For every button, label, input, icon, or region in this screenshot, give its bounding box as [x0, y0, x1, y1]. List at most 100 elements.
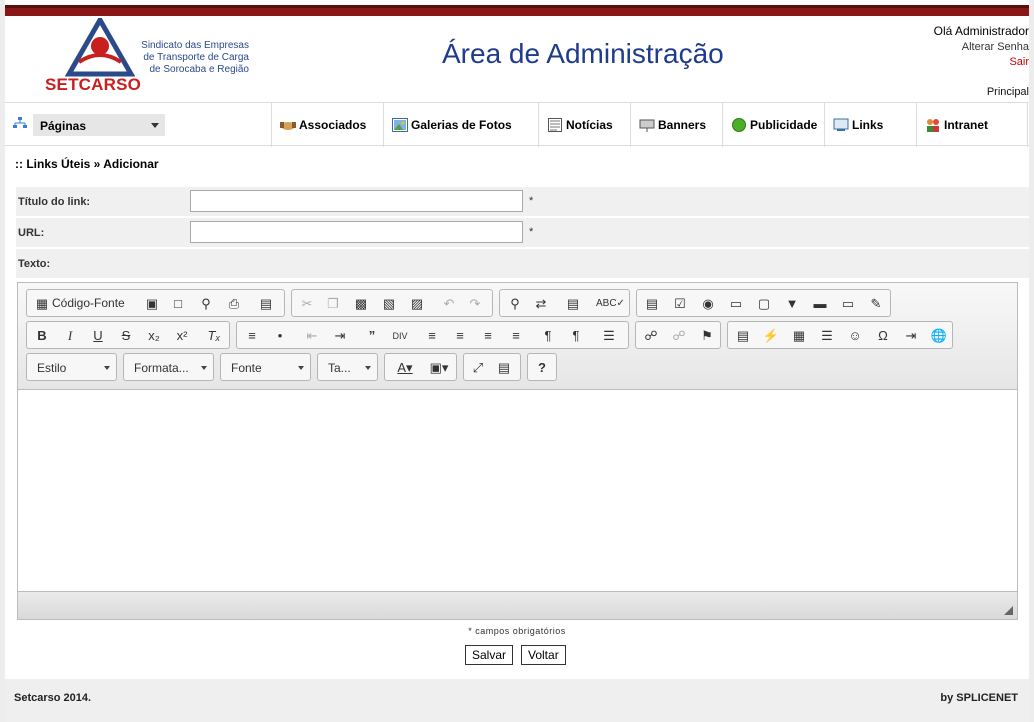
- title-label: Título do link:: [18, 196, 91, 208]
- paste-icon[interactable]: ▩: [352, 295, 370, 313]
- horizontal-rule-icon[interactable]: ☰: [818, 327, 836, 345]
- justify-icon[interactable]: ≡: [507, 327, 525, 345]
- save-icon[interactable]: ▣: [143, 295, 161, 313]
- footer-credit[interactable]: by SPLICENET: [940, 692, 1018, 704]
- undo-icon[interactable]: ↶: [440, 295, 458, 313]
- preview-icon[interactable]: ⚲: [197, 295, 215, 313]
- size-combo[interactable]: Ta...: [317, 353, 378, 381]
- menu-item-banners[interactable]: Banners: [630, 103, 722, 147]
- back-button[interactable]: Voltar: [521, 645, 566, 665]
- numbered-list-icon[interactable]: ≡: [243, 327, 261, 345]
- maximize-icon[interactable]: ⤢: [469, 359, 487, 377]
- blockquote-icon[interactable]: ”: [363, 327, 381, 345]
- div-icon[interactable]: DIV: [391, 327, 409, 345]
- new-page-icon[interactable]: □: [169, 295, 187, 313]
- style-combo[interactable]: Estilo: [26, 353, 117, 381]
- help-icon[interactable]: ?: [533, 359, 551, 377]
- url-input[interactable]: [190, 221, 523, 243]
- logout-link[interactable]: Sair: [934, 56, 1029, 68]
- source-button-label[interactable]: Código-Fonte: [52, 296, 125, 310]
- redo-icon[interactable]: ↷: [466, 295, 484, 313]
- chevron-down-icon: [151, 123, 159, 128]
- menu-item-intranet[interactable]: Intranet: [916, 103, 1028, 147]
- special-char-icon[interactable]: Ω: [874, 327, 892, 345]
- menu-item-associados[interactable]: Associados: [271, 103, 373, 147]
- templates-icon[interactable]: ▤: [257, 295, 275, 313]
- superscript-icon[interactable]: x²: [173, 327, 191, 345]
- bulleted-list-icon[interactable]: •: [271, 327, 289, 345]
- italic-icon[interactable]: I: [61, 327, 79, 345]
- anchor-flag-icon[interactable]: ⚑: [698, 327, 716, 345]
- cut-icon[interactable]: ✂: [298, 295, 316, 313]
- pages-select[interactable]: Páginas: [33, 114, 165, 136]
- format-combo[interactable]: Formata...: [123, 353, 214, 381]
- menu-item-label: Banners: [658, 118, 707, 132]
- table-icon[interactable]: ▦: [790, 327, 808, 345]
- toolbar-group-forms: ▤ ☑ ◉ ▭ ▢ ▼ ▬ ▭ ✎: [636, 289, 891, 317]
- menu-item-links[interactable]: Links: [824, 103, 916, 147]
- font-combo[interactable]: Fonte: [220, 353, 311, 381]
- unlink-icon[interactable]: ☍: [670, 327, 688, 345]
- link-icon[interactable]: ☍: [642, 327, 660, 345]
- textarea-icon[interactable]: ▢: [755, 295, 773, 313]
- menu-item-galerias[interactable]: Galerias de Fotos: [383, 103, 539, 147]
- smiley-icon[interactable]: ☺: [846, 327, 864, 345]
- form-icon[interactable]: ▤: [643, 295, 661, 313]
- toolbar-group-colors: A▾ ▣▾: [384, 353, 457, 381]
- required-mark: *: [529, 195, 534, 207]
- copy-icon[interactable]: ❐: [324, 295, 342, 313]
- align-center-icon[interactable]: ≡: [451, 327, 469, 345]
- title-input[interactable]: [190, 190, 523, 212]
- textfield-icon[interactable]: ▭: [727, 295, 745, 313]
- find-icon[interactable]: ⚲: [506, 295, 524, 313]
- select-field-icon[interactable]: ▼: [783, 295, 801, 313]
- hidden-field-icon[interactable]: ✎: [867, 295, 885, 313]
- required-fields-note: * campos obrigatórios: [468, 626, 566, 636]
- flash-icon[interactable]: ⚡: [762, 327, 780, 345]
- strike-icon[interactable]: S: [117, 327, 135, 345]
- remove-format-icon[interactable]: Tₓ: [205, 327, 223, 345]
- format-combo-label: Formata...: [134, 361, 189, 375]
- page-break-icon[interactable]: ⇥: [902, 327, 920, 345]
- menu-item-label: Publicidade: [750, 118, 818, 132]
- subscript-icon[interactable]: x₂: [145, 327, 163, 345]
- user-box: Olá Administrador Alterar Senha Sair: [934, 24, 1029, 68]
- bg-color-icon[interactable]: ▣▾: [425, 359, 453, 377]
- menu-item-label: Links: [852, 118, 884, 132]
- bold-icon[interactable]: B: [33, 327, 51, 345]
- checkbox-icon[interactable]: ☑: [671, 295, 689, 313]
- underline-icon[interactable]: U: [89, 327, 107, 345]
- ltr-icon[interactable]: ¶: [539, 327, 557, 345]
- indent-icon[interactable]: ⇥: [331, 327, 349, 345]
- change-password-link[interactable]: Alterar Senha: [934, 41, 1029, 53]
- menu-item-publicidade[interactable]: Publicidade: [722, 103, 824, 147]
- source-icon[interactable]: ▦: [33, 295, 51, 313]
- home-link[interactable]: Principal: [987, 86, 1029, 98]
- rtl-icon[interactable]: ¶: [567, 327, 585, 345]
- align-right-icon[interactable]: ≡: [479, 327, 497, 345]
- text-color-icon[interactable]: A▾: [391, 359, 419, 377]
- button-field-icon[interactable]: ▬: [811, 295, 829, 313]
- select-all-icon[interactable]: ▤: [564, 295, 582, 313]
- print-icon[interactable]: ⎙: [225, 295, 243, 313]
- spellcheck-icon[interactable]: ABC✓: [596, 295, 625, 313]
- iframe-icon[interactable]: 🌐: [930, 327, 948, 345]
- sitemap-icon: [13, 117, 27, 128]
- align-left-icon[interactable]: ≡: [423, 327, 441, 345]
- resize-handle-icon[interactable]: [1004, 606, 1013, 615]
- outdent-icon[interactable]: ⇤: [303, 327, 321, 345]
- language-icon[interactable]: ☰: [597, 327, 621, 345]
- replace-icon[interactable]: ⇄: [532, 295, 550, 313]
- logo-caption: Sindicato das Empresas de Transporte de …: [141, 40, 249, 75]
- paste-text-icon[interactable]: ▧: [380, 295, 398, 313]
- logo[interactable]: SETCARSO Sindicato das Empresas de Trans…: [43, 18, 263, 98]
- image-icon[interactable]: ▤: [734, 327, 752, 345]
- footer-copyright: Setcarso 2014.: [14, 692, 92, 704]
- save-button[interactable]: Salvar: [465, 645, 514, 665]
- menu-item-noticias[interactable]: Notícias: [538, 103, 630, 147]
- show-blocks-icon[interactable]: ▤: [495, 359, 513, 377]
- image-button-icon[interactable]: ▭: [839, 295, 857, 313]
- radio-icon[interactable]: ◉: [699, 295, 717, 313]
- editor-content-area[interactable]: [18, 391, 1017, 591]
- paste-word-icon[interactable]: ▨: [408, 295, 426, 313]
